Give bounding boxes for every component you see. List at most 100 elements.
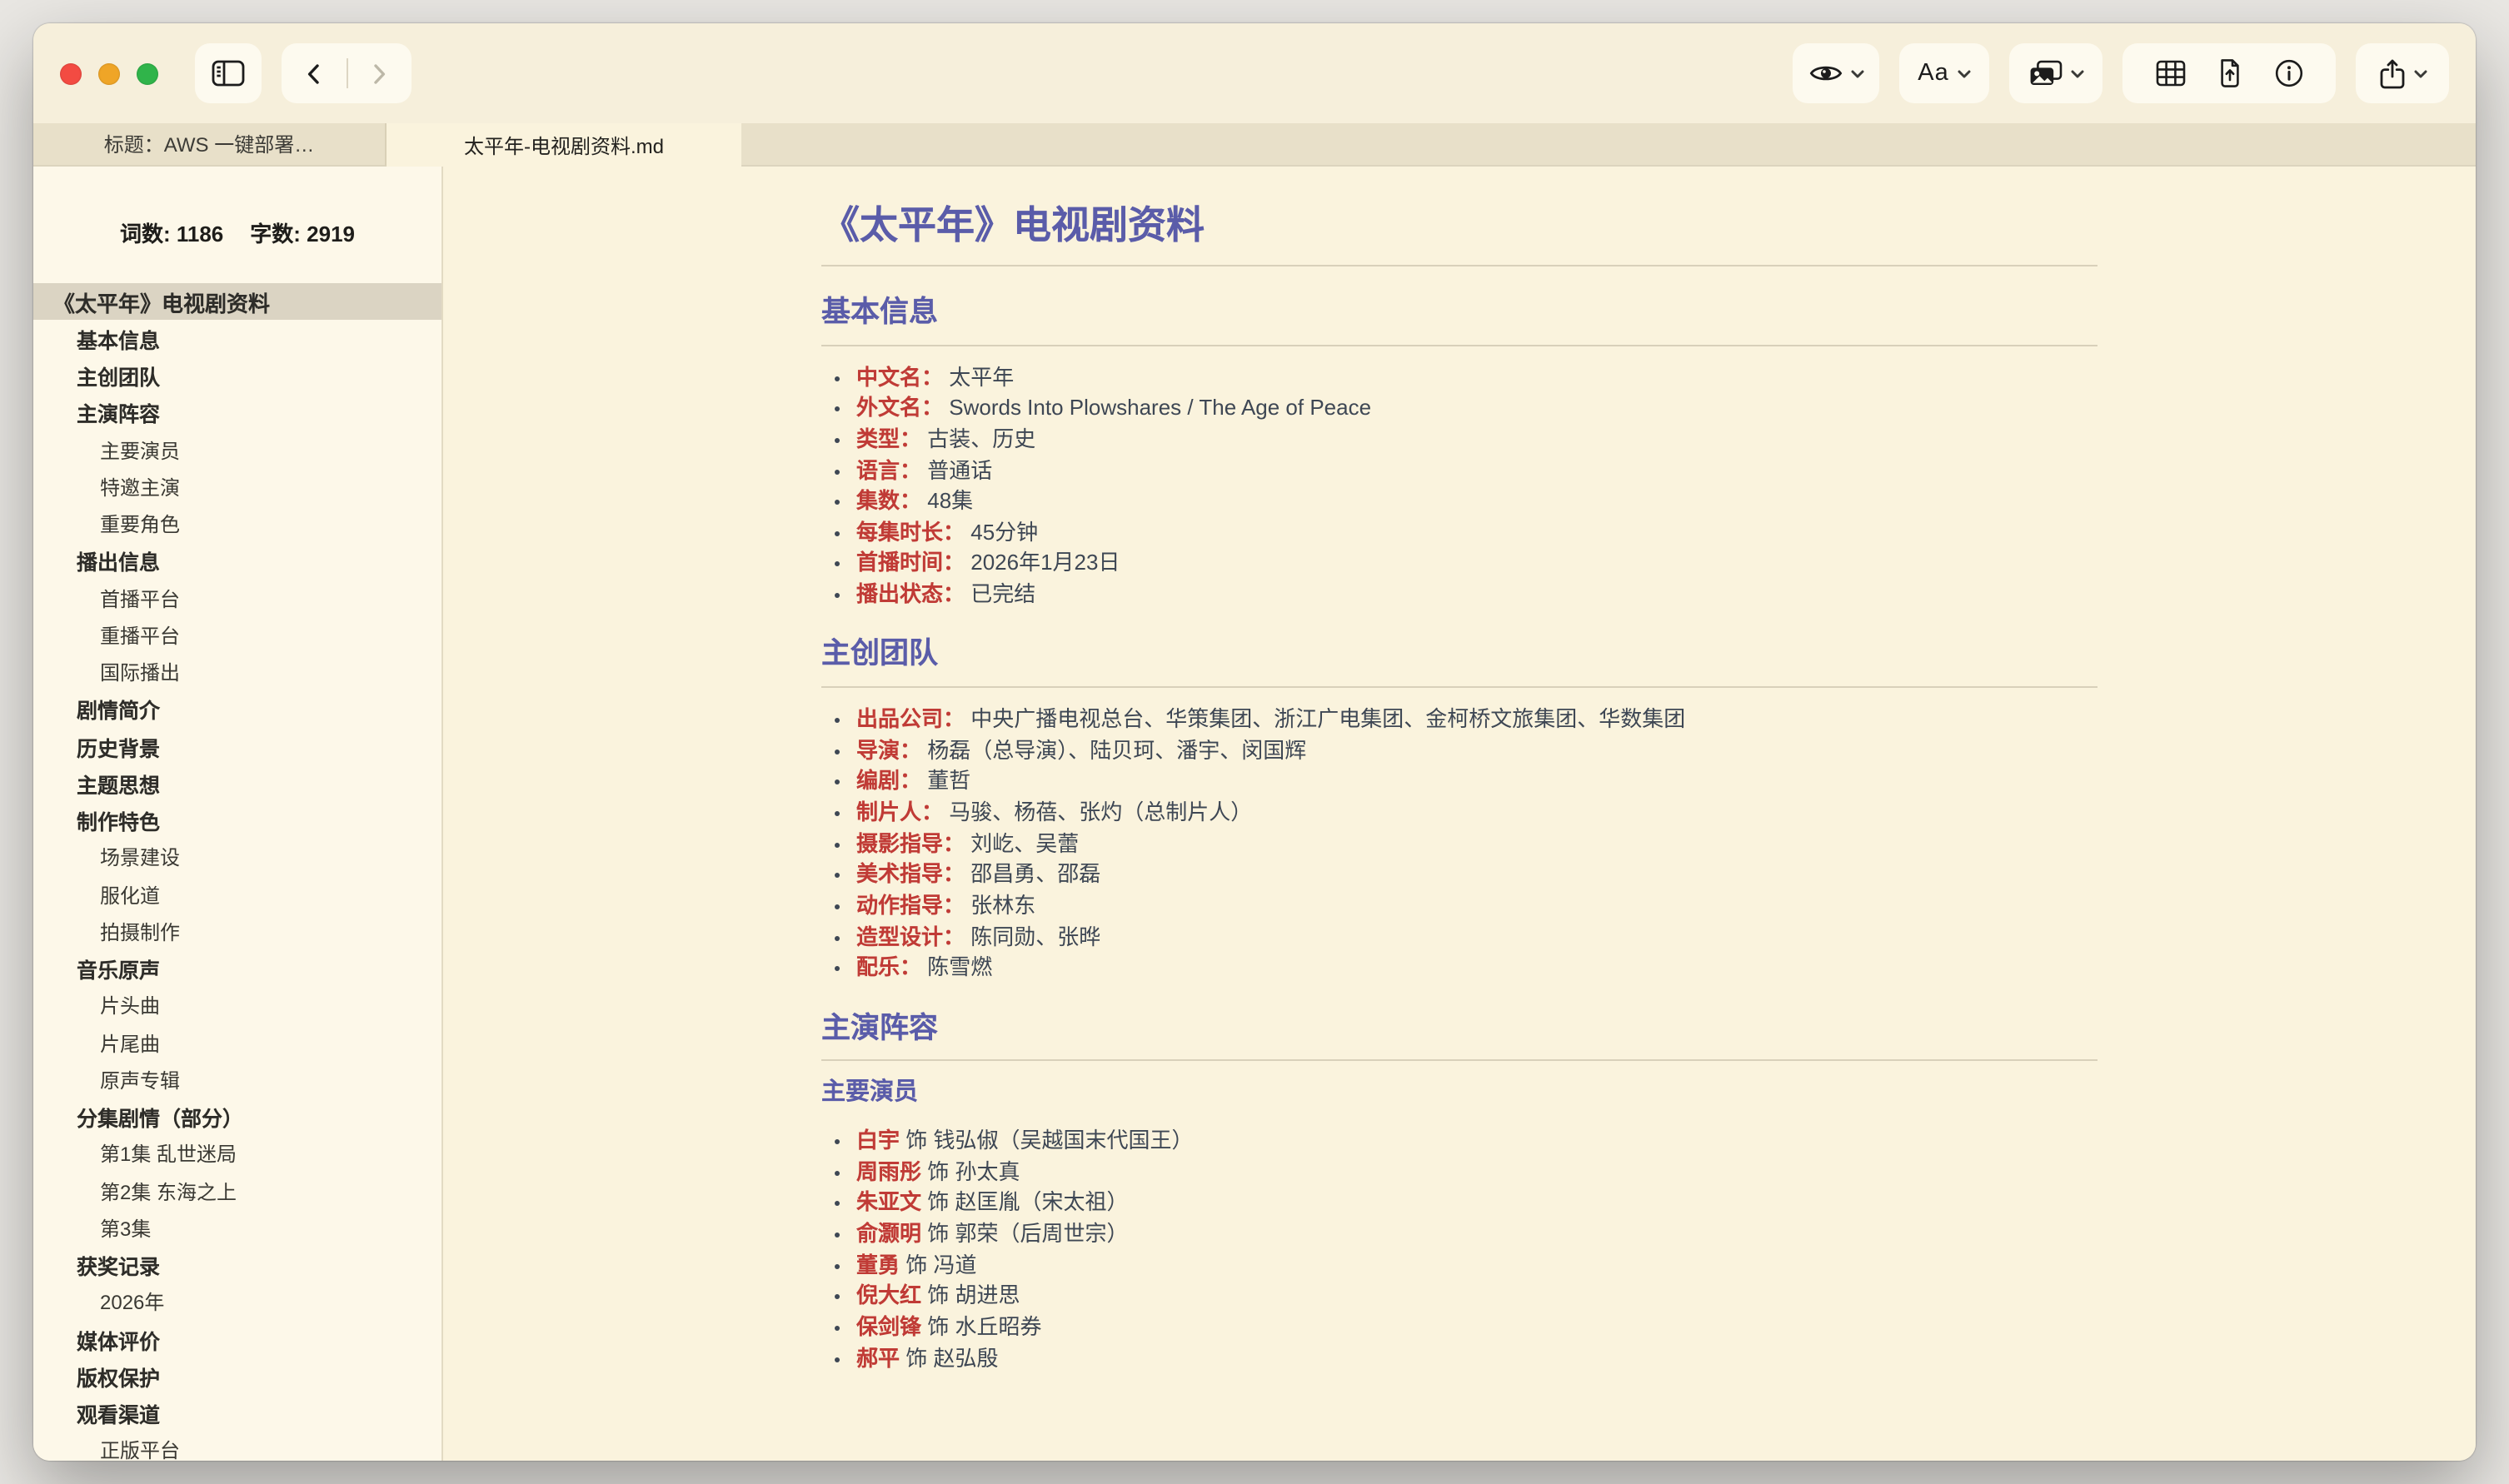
zoom-button[interactable]	[137, 62, 158, 84]
outline-item[interactable]: 片尾曲	[33, 1024, 441, 1062]
typography-button[interactable]: Aa	[1899, 43, 1989, 103]
insert-photo-button[interactable]	[2009, 43, 2102, 103]
outline-item[interactable]: 主演阵容	[33, 395, 441, 432]
list-item-term: 出品公司：	[856, 706, 965, 731]
info-icon	[2273, 58, 2303, 88]
list-item-term: 集数：	[856, 488, 921, 513]
outline-item[interactable]: 首播平台	[33, 580, 441, 617]
outline-item[interactable]: 主题思想	[33, 765, 441, 803]
list-item-value: 饰 钱弘俶（吴越国末代国王）	[900, 1128, 1193, 1153]
outline-item[interactable]: 基本信息	[33, 321, 441, 358]
outline-item-label: 重播平台	[100, 621, 180, 650]
tab-taipingnian-document[interactable]: 太平年-电视剧资料.md	[387, 123, 741, 167]
list-item-term: 造型设计：	[856, 924, 965, 949]
outline-item[interactable]: 观看渠道	[33, 1395, 441, 1432]
list-item: 俞灏明 饰 郭荣（后周世宗）	[856, 1221, 2097, 1248]
outline-item[interactable]: 播出信息	[33, 543, 441, 580]
list-item: 造型设计： 陈同勋、张晔	[856, 924, 2097, 951]
outline-item[interactable]: 重播平台	[33, 617, 441, 655]
outline-item[interactable]: 正版平台	[33, 1432, 441, 1462]
list-item: 首播时间： 2026年1月23日	[856, 550, 2097, 578]
list-item-value: 饰 孙太真	[921, 1158, 1020, 1183]
list-item-term: 播出状态：	[856, 581, 965, 606]
list-item-term: 美术指导：	[856, 862, 965, 887]
list-item-term: 郝平	[856, 1345, 900, 1370]
list-item-value: 饰 赵弘殷	[900, 1345, 998, 1370]
back-button[interactable]	[282, 43, 346, 103]
document-title: 《太平年》电视剧资料	[821, 202, 2097, 251]
list-item-term: 董勇	[856, 1252, 900, 1277]
back-icon	[307, 62, 322, 84]
outline-item[interactable]: 分集剧情（部分）	[33, 1098, 441, 1136]
outline-item[interactable]: 原声专辑	[33, 1062, 441, 1099]
toolbar-right-group: Aa	[1793, 43, 2449, 103]
list-item-value: 董哲	[921, 769, 970, 794]
list-item-term: 制片人：	[856, 799, 943, 824]
outline-item[interactable]: 服化道	[33, 876, 441, 914]
outline-item-label: 第3集	[100, 1214, 151, 1242]
outline-item[interactable]: 历史背景	[33, 728, 441, 765]
share-icon	[2378, 57, 2405, 89]
document-outline: 《太平年》电视剧资料 基本信息 主创团队 主演阵容	[33, 283, 441, 1461]
outline-item-label: 历史背景	[77, 730, 160, 762]
editor-content[interactable]: 《太平年》电视剧资料 基本信息 中文名： 太平年 外文名： Swords Int…	[443, 167, 2476, 1461]
minimize-button[interactable]	[98, 62, 120, 84]
outline-item-label: 拍摄制作	[100, 918, 180, 946]
list-item-value: 古装、历史	[921, 426, 1035, 451]
outline-item-label: 分集剧情（部分）	[77, 1101, 243, 1133]
outline-item[interactable]: 2026年	[33, 1284, 441, 1322]
outline-item[interactable]: 制作特色	[33, 802, 441, 839]
outline-item[interactable]: 特邀主演	[33, 469, 441, 506]
forward-button[interactable]	[347, 43, 411, 103]
tab-label: 太平年-电视剧资料.md	[464, 131, 664, 159]
outline-item[interactable]: 重要角色	[33, 505, 441, 543]
outline-item[interactable]: 国际播出	[33, 654, 441, 691]
list-item: 每集时长： 45分钟	[856, 520, 2097, 547]
outline-item-label: 原声专辑	[100, 1066, 180, 1094]
close-button[interactable]	[60, 62, 82, 84]
outline-item[interactable]: 剧情简介	[33, 691, 441, 729]
outline-item-label: 片尾曲	[100, 1028, 160, 1057]
outline-item[interactable]: 媒体评价	[33, 1321, 441, 1358]
list-item-term: 首播时间：	[856, 550, 965, 575]
outline-item[interactable]: 场景建设	[33, 839, 441, 877]
outline-item[interactable]: 获奖记录	[33, 1247, 441, 1284]
outline-item-label: 观看渠道	[77, 1397, 160, 1429]
outline-item[interactable]: 版权保护	[33, 1358, 441, 1396]
list-item: 董勇 饰 冯道	[856, 1252, 2097, 1279]
outline-item[interactable]: 第3集	[33, 1210, 441, 1247]
sidebar-toggle-button[interactable]	[195, 43, 262, 103]
share-button[interactable]	[2356, 43, 2449, 103]
outline-item-label: 主要演员	[100, 436, 180, 464]
list-item-term: 编剧：	[856, 769, 921, 794]
export-document-button[interactable]	[2217, 58, 2241, 88]
insert-table-button[interactable]	[2155, 60, 2185, 87]
list-item-term: 外文名：	[856, 396, 943, 421]
outline-item[interactable]: 拍摄制作	[33, 914, 441, 951]
photos-icon	[2028, 60, 2062, 87]
list-item-value: 饰 冯道	[900, 1252, 976, 1277]
list-item: 导演： 杨磊（总导演）、陆贝珂、潘宇、闵国辉	[856, 738, 2097, 765]
outline-item[interactable]: 片头曲	[33, 988, 441, 1025]
outline-item[interactable]: 第1集 乱世迷局	[33, 1136, 441, 1173]
outline-item[interactable]: 主创团队	[33, 357, 441, 395]
outline-item[interactable]: 音乐原声	[33, 950, 441, 988]
list-item: 出品公司： 中央广播电视总台、华策集团、浙江广电集团、金柯桥文旅集团、华数集团	[856, 706, 2097, 734]
list-item: 语言： 普通话	[856, 457, 2097, 485]
outline-item[interactable]: 主要演员	[33, 431, 441, 469]
view-options-button[interactable]	[1793, 43, 1879, 103]
outline-item[interactable]: 第2集 东海之上	[33, 1173, 441, 1210]
list-item-term: 配乐：	[856, 955, 921, 980]
outline-item[interactable]: 《太平年》电视剧资料	[33, 283, 441, 321]
divider	[821, 265, 2097, 266]
tab-aws-document[interactable]: 标题：AWS 一键部署…	[33, 123, 387, 167]
outline-item-label: 音乐原声	[77, 953, 160, 984]
info-button[interactable]	[2273, 58, 2303, 88]
eye-icon	[1808, 62, 1842, 85]
subsection-heading-main-cast: 主要演员	[821, 1078, 2097, 1110]
outline-item-label: 正版平台	[100, 1437, 180, 1461]
list-item: 美术指导： 邵昌勇、邵磊	[856, 862, 2097, 889]
chevron-down-icon	[2413, 69, 2427, 77]
list-item-term: 周雨彤	[856, 1158, 921, 1183]
table-icon	[2155, 60, 2185, 87]
